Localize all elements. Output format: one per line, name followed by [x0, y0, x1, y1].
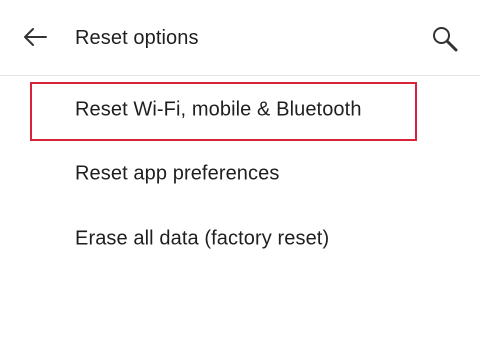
option-label: Reset Wi-Fi, mobile & Bluetooth — [75, 98, 362, 121]
page-title: Reset options — [75, 27, 199, 49]
search-button[interactable] — [428, 22, 462, 56]
option-reset-network[interactable]: Reset Wi-Fi, mobile & Bluetooth — [0, 78, 480, 142]
option-reset-app-preferences[interactable]: Reset app preferences — [0, 142, 480, 206]
option-label: Erase all data (factory reset) — [75, 227, 330, 250]
option-label: Reset app preferences — [75, 162, 280, 185]
search-icon — [433, 27, 458, 52]
app-bar: Reset options — [0, 0, 480, 76]
reset-options-screen: Reset options Reset Wi-Fi, mobile & Blue… — [0, 0, 480, 338]
option-erase-all-data[interactable]: Erase all data (factory reset) — [0, 207, 480, 271]
back-button[interactable] — [20, 22, 50, 52]
arrow-left-icon — [24, 28, 47, 46]
